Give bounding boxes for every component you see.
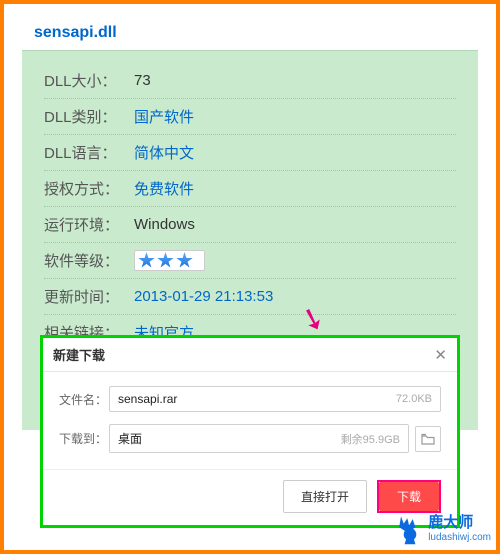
- star-icon: [157, 252, 174, 269]
- row-env: 运行环境： Windows: [44, 207, 456, 243]
- row-rating: 软件等级：: [44, 243, 456, 279]
- info-list: DLL大小： 73 DLL类别： 国产软件 DLL语言： 简体中文 授权方式： …: [22, 51, 478, 351]
- star-icon: [138, 252, 155, 269]
- folder-icon: [421, 433, 435, 445]
- watermark-url: ludashiwj.com: [428, 532, 491, 543]
- open-directly-button[interactable]: 直接打开: [283, 480, 367, 513]
- watermark: 鹿大师 ludashiwj.com: [392, 511, 491, 547]
- row-size: DLL大小： 73: [44, 63, 456, 99]
- dialog-header: 新建下载 ✕: [43, 338, 457, 372]
- label-env: 运行环境：: [44, 214, 134, 235]
- filename-input[interactable]: sensapi.rar 72.0KB: [109, 386, 441, 412]
- row-language: DLL语言： 简体中文: [44, 135, 456, 171]
- row-category: DLL类别： 国产软件: [44, 99, 456, 135]
- dialog-body: 文件名： sensapi.rar 72.0KB 下载到： 桌面 剩余95.9GB: [43, 372, 457, 469]
- value-category[interactable]: 国产软件: [134, 106, 194, 127]
- label-language: DLL语言：: [44, 142, 134, 163]
- row-update: 更新时间： 2013-01-29 21:13:53: [44, 279, 456, 315]
- filename-label: 文件名：: [59, 391, 109, 408]
- download-button[interactable]: 下载: [379, 482, 439, 511]
- destination-free: 剩余95.9GB: [341, 431, 400, 447]
- filename-size: 72.0KB: [396, 393, 432, 405]
- label-rating: 软件等级：: [44, 250, 134, 271]
- title-bar: sensapi.dll: [22, 16, 478, 51]
- star-partial-icon: [195, 252, 201, 266]
- filename-row: 文件名： sensapi.rar 72.0KB: [59, 386, 441, 412]
- value-language[interactable]: 简体中文: [134, 142, 194, 163]
- deer-logo-icon: [392, 511, 428, 547]
- value-license[interactable]: 免费软件: [134, 178, 194, 199]
- rating-stars: [134, 250, 205, 271]
- download-button-highlight-2: 下载: [377, 480, 441, 513]
- row-license: 授权方式： 免费软件: [44, 171, 456, 207]
- label-category: DLL类别：: [44, 106, 134, 127]
- value-update: 2013-01-29 21:13:53: [134, 288, 273, 305]
- close-icon[interactable]: ✕: [434, 346, 447, 364]
- destination-row: 下载到： 桌面 剩余95.9GB: [59, 424, 441, 453]
- destination-label: 下载到：: [59, 430, 109, 447]
- watermark-brand: 鹿大师: [428, 515, 491, 532]
- star-icon: [176, 252, 193, 269]
- value-size: 73: [134, 72, 151, 89]
- destination-input[interactable]: 桌面 剩余95.9GB: [109, 424, 409, 453]
- label-update: 更新时间：: [44, 286, 134, 307]
- filename-value: sensapi.rar: [118, 392, 396, 406]
- page-title: sensapi.dll: [34, 24, 117, 41]
- label-size: DLL大小：: [44, 70, 134, 91]
- browse-folder-button[interactable]: [415, 426, 441, 452]
- label-license: 授权方式：: [44, 178, 134, 199]
- dialog-title: 新建下载: [53, 345, 105, 364]
- new-download-dialog: 新建下载 ✕ 文件名： sensapi.rar 72.0KB 下载到： 桌面 剩…: [40, 335, 460, 528]
- destination-value: 桌面: [118, 430, 341, 447]
- value-env: Windows: [134, 216, 195, 233]
